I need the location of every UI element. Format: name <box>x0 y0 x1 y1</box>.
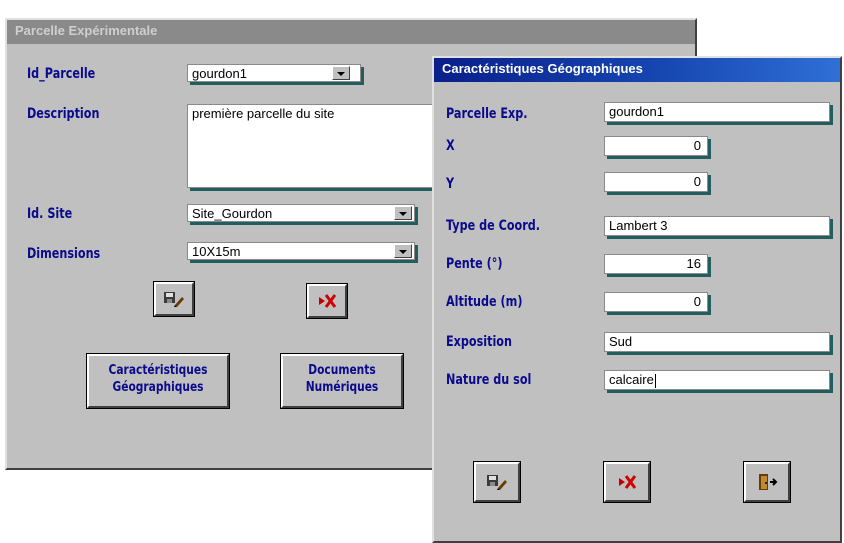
save-button[interactable] <box>153 281 195 317</box>
id-site-combo[interactable]: Site_Gourdon <box>187 204 415 222</box>
delete-x-icon <box>319 294 337 308</box>
description-textarea[interactable]: première parcelle du site <box>187 104 437 188</box>
chevron-down-icon[interactable] <box>394 206 412 220</box>
chevron-down-icon[interactable] <box>332 66 350 80</box>
id-parcelle-combo[interactable]: gourdon1 <box>187 64 361 82</box>
exit-button[interactable] <box>743 461 791 503</box>
exit-door-icon <box>759 474 778 490</box>
id-parcelle-value: gourdon1 <box>192 66 247 81</box>
delete-button[interactable] <box>603 461 651 503</box>
label-dimensions: Dimensions <box>27 246 101 262</box>
geo-window: Caractéristiques Géographiques Parcelle … <box>432 56 842 543</box>
nature-sol-value: calcaire <box>609 372 654 387</box>
documents-label-2: Numériques <box>305 380 379 395</box>
dimensions-value: 10X15m <box>192 244 241 259</box>
exposition-field[interactable]: Sud <box>604 332 830 352</box>
label-x: X <box>446 138 455 154</box>
x-field[interactable]: 0 <box>604 136 708 156</box>
label-description: Description <box>27 106 100 122</box>
save-edit-icon <box>164 292 184 307</box>
delete-x-icon <box>619 475 637 489</box>
geo-window-title[interactable]: Caractéristiques Géographiques <box>434 58 840 82</box>
parcelle-exp-field[interactable]: gourdon1 <box>604 102 830 122</box>
nature-sol-field[interactable]: calcaire <box>604 370 830 390</box>
dimensions-combo[interactable]: 10X15m <box>187 242 415 260</box>
chevron-down-icon[interactable] <box>394 244 412 258</box>
altitude-field[interactable]: 0 <box>604 292 708 312</box>
label-parcelle-exp: Parcelle Exp. <box>446 106 528 122</box>
label-id-parcelle: Id_Parcelle <box>27 66 96 82</box>
caracteristiques-label-2: Géographiques <box>112 380 204 395</box>
id-site-value: Site_Gourdon <box>192 206 273 221</box>
save-edit-icon <box>487 475 507 490</box>
label-id-site: Id. Site <box>27 206 73 222</box>
description-value: première parcelle du site <box>192 106 335 121</box>
parcelle-window-title[interactable]: Parcelle Expérimentale <box>7 20 695 44</box>
label-y: Y <box>446 176 455 192</box>
label-altitude: Altitude (m) <box>446 294 523 310</box>
type-coord-field[interactable]: Lambert 3 <box>604 216 830 236</box>
label-exposition: Exposition <box>446 334 512 350</box>
caracteristiques-button[interactable]: Caractéristiques Géographiques <box>86 353 230 409</box>
label-type-coord: Type de Coord. <box>446 218 541 234</box>
text-caret <box>654 373 656 388</box>
save-button[interactable] <box>473 461 521 503</box>
delete-button[interactable] <box>306 283 348 319</box>
label-pente: Pente (°) <box>446 256 503 272</box>
label-nature-sol: Nature du sol <box>446 372 532 388</box>
y-field[interactable]: 0 <box>604 172 708 192</box>
pente-field[interactable]: 16 <box>604 254 708 274</box>
documents-label-1: Documents <box>308 363 376 378</box>
documents-button[interactable]: Documents Numériques <box>280 353 404 409</box>
caracteristiques-label-1: Caractéristiques <box>108 363 208 378</box>
